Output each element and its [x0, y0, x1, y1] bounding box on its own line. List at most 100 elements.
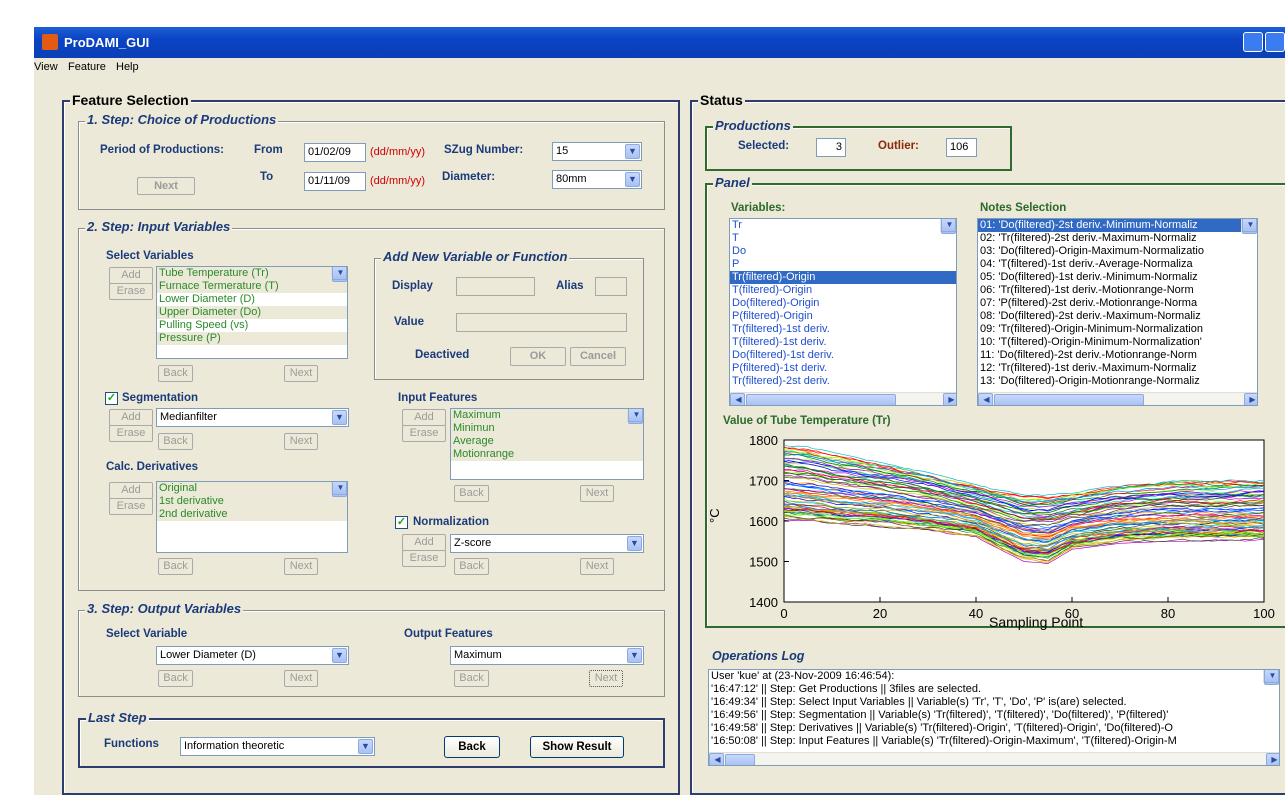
norm-back-button[interactable]: Back	[454, 558, 489, 575]
scroll-down-icon[interactable]: ▼	[628, 409, 643, 422]
show-result-button[interactable]: Show Result	[530, 736, 624, 758]
list-item[interactable]: 1st derivative	[157, 495, 347, 508]
alias-input[interactable]	[595, 277, 627, 296]
scroll-right-icon[interactable]: ▶	[1266, 753, 1279, 765]
notes-list[interactable]: 01: 'Do(filtered)-2st deriv.-Minimum-Nor…	[977, 218, 1258, 406]
norm-add-button[interactable]: Add	[402, 534, 446, 551]
back-button[interactable]: Back	[444, 736, 500, 758]
h-scrollbar[interactable]: ◀ ▶	[730, 392, 956, 405]
list-item[interactable]: Tr(filtered)-1st deriv.	[730, 323, 956, 336]
list-item[interactable]: 05: 'Do(filtered)-1st deriv.-Minimum-Nor…	[978, 271, 1257, 284]
normalization-select[interactable]: Z-score ▼	[450, 534, 644, 553]
list-item[interactable]: Original	[157, 482, 347, 495]
normalization-checkbox[interactable]: ✓	[395, 516, 408, 529]
list-item[interactable]: Minimun	[451, 422, 643, 435]
outf-next-button[interactable]: Next	[589, 670, 623, 687]
list-item[interactable]: Do(filtered)-Origin	[730, 297, 956, 310]
segmentation-checkbox[interactable]: ✓	[105, 392, 118, 405]
seg-next-button[interactable]: Next	[284, 433, 318, 450]
der-add-button[interactable]: Add	[109, 482, 153, 499]
list-item[interactable]: Average	[451, 435, 643, 448]
list-item[interactable]: 13: 'Do(filtered)-Origin-Motionrange-Nor…	[978, 375, 1257, 388]
scroll-down-icon[interactable]: ▼	[941, 219, 956, 232]
list-item[interactable]: 03: 'Do(filtered)-Origin-Maximum-Normali…	[978, 245, 1257, 258]
list-item[interactable]: Pulling Speed (vs)	[157, 319, 347, 332]
out-next-button[interactable]: Next	[284, 670, 318, 687]
norm-erase-button[interactable]: Erase	[402, 550, 446, 567]
diameter-select[interactable]: 80mm ▼	[552, 170, 642, 189]
var-back-button[interactable]: Back	[158, 365, 193, 382]
seg-back-button[interactable]: Back	[158, 433, 193, 450]
list-item[interactable]: T	[730, 232, 956, 245]
list-item[interactable]: 06: 'Tr(filtered)-1st deriv.-Motionrange…	[978, 284, 1257, 297]
list-item[interactable]: Furnace Termerature (T)	[157, 280, 347, 293]
feat-back-button[interactable]: Back	[454, 485, 489, 502]
scrollbar[interactable]: ▲▼	[627, 409, 643, 424]
input-features-list[interactable]: Maximum Minimun Average Motionrange ▲▼	[450, 408, 644, 480]
feat-add-button[interactable]: Add	[402, 409, 446, 426]
value-input[interactable]	[456, 313, 627, 332]
list-item[interactable]: Do	[730, 245, 956, 258]
scroll-down-icon[interactable]: ▼	[1242, 219, 1257, 232]
list-item[interactable]: 08: 'Do(filtered)-2st deriv.-Maximum-Nor…	[978, 310, 1257, 323]
output-feature-select[interactable]: Maximum ▼	[450, 646, 644, 665]
list-item[interactable]: Tr(filtered)-2st deriv.	[730, 375, 956, 388]
list-item[interactable]: Upper Diameter (Do)	[157, 306, 347, 319]
scroll-down-icon[interactable]: ▼	[1264, 670, 1279, 683]
der-back-button[interactable]: Back	[158, 558, 193, 575]
list-item[interactable]: 02: 'Tr(filtered)-2st deriv.-Maximum-Nor…	[978, 232, 1257, 245]
seg-erase-button[interactable]: Erase	[109, 425, 153, 442]
szug-select[interactable]: 15 ▼	[552, 142, 642, 161]
output-variable-select[interactable]: Lower Diameter (D) ▼	[156, 646, 349, 665]
var-erase-button[interactable]: Erase	[109, 283, 153, 300]
scroll-left-icon[interactable]: ◀	[709, 753, 724, 765]
list-item[interactable]: 10: 'T(filtered)-Origin-Minimum-Normaliz…	[978, 336, 1257, 349]
scrollbar[interactable]: ▲▼	[1263, 670, 1279, 685]
list-item-selected[interactable]: 01: 'Do(filtered)-2st deriv.-Minimum-Nor…	[978, 219, 1257, 232]
list-item[interactable]: Tube Temperature (Tr)	[157, 267, 347, 280]
menu-feature[interactable]: Feature	[68, 61, 106, 73]
menu-help[interactable]: Help	[116, 61, 139, 73]
derivatives-list[interactable]: Original 1st derivative 2nd derivative ▲…	[156, 481, 348, 553]
scroll-down-icon[interactable]: ▼	[332, 267, 347, 280]
from-date-input[interactable]: 01/02/09	[304, 143, 366, 162]
scroll-left-icon[interactable]: ◀	[978, 393, 993, 405]
maximize-button[interactable]	[1265, 32, 1285, 52]
out-back-button[interactable]: Back	[158, 670, 193, 687]
cancel-button[interactable]: Cancel	[570, 347, 626, 366]
scroll-right-icon[interactable]: ▶	[1244, 393, 1257, 405]
var-next-button[interactable]: Next	[284, 365, 318, 382]
norm-next-button[interactable]: Next	[580, 558, 614, 575]
scrollbar[interactable]: ▲▼	[940, 219, 956, 234]
operations-log[interactable]: User 'kue' at (23-Nov-2009 16:46:54): '1…	[708, 669, 1280, 766]
scrollbar[interactable]: ▲▼	[331, 267, 347, 282]
list-item[interactable]: P(filtered)-Origin	[730, 310, 956, 323]
list-item[interactable]: 07: 'P(filtered)-2st deriv.-Motionrange-…	[978, 297, 1257, 310]
functions-select[interactable]: Information theoretic ▼	[180, 737, 375, 756]
list-item[interactable]: Do(filtered)-1st deriv.	[730, 349, 956, 362]
segmentation-select[interactable]: Medianfilter ▼	[156, 408, 349, 427]
list-item[interactable]: Pressure (P)	[157, 332, 347, 345]
panel-variables-list[interactable]: Tr T Do P Tr(filtered)-Origin T(filtered…	[729, 218, 957, 406]
scroll-down-icon[interactable]: ▼	[332, 482, 347, 495]
list-item[interactable]: Motionrange	[451, 448, 643, 461]
menu-view[interactable]: View	[34, 61, 58, 73]
der-next-button[interactable]: Next	[284, 558, 318, 575]
list-item[interactable]: Maximum	[451, 409, 643, 422]
list-item[interactable]: Lower Diameter (D)	[157, 293, 347, 306]
ok-button[interactable]: OK	[510, 347, 566, 366]
list-item[interactable]: T(filtered)-Origin	[730, 284, 956, 297]
scrollbar[interactable]: ▲▼	[1241, 219, 1257, 234]
outf-back-button[interactable]: Back	[454, 670, 489, 687]
list-item[interactable]: 04: 'T(filtered)-1st deriv.-Average-Norm…	[978, 258, 1257, 271]
list-item-selected[interactable]: Tr(filtered)-Origin	[730, 271, 956, 284]
feat-next-button[interactable]: Next	[580, 485, 614, 502]
list-item[interactable]: P(filtered)-1st deriv.	[730, 362, 956, 375]
list-item[interactable]: 2nd derivative	[157, 508, 347, 521]
scroll-thumb[interactable]	[725, 754, 755, 765]
to-date-input[interactable]: 01/11/09	[304, 172, 366, 191]
seg-add-button[interactable]: Add	[109, 409, 153, 426]
list-item[interactable]: P	[730, 258, 956, 271]
h-scrollbar[interactable]: ◀ ▶	[978, 392, 1257, 405]
list-item[interactable]: Tr	[730, 219, 956, 232]
